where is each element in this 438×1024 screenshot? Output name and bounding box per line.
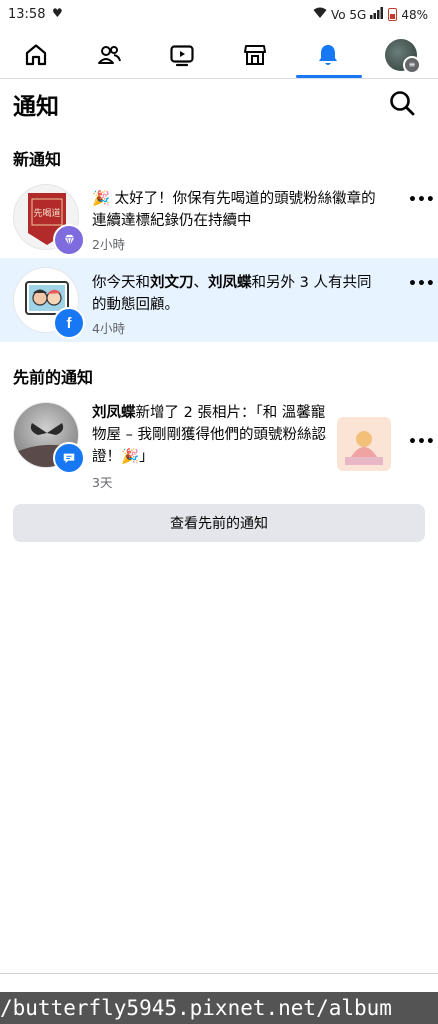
svg-text:先喝道: 先喝道 (33, 207, 60, 219)
battery-icon (388, 8, 398, 21)
section-title-new: 新通知 (13, 150, 62, 169)
notification-time: 3天 (92, 475, 113, 490)
notification-text: 你今天和刘文刀、刘凤蝶和另外 3 人有共同的動態回顧。 (92, 275, 372, 313)
profile-avatar: ≡ (385, 39, 421, 74)
nav-marketplace[interactable] (225, 32, 285, 78)
notification-text: 刘凤蝶新增了 2 張相片：「和 溫馨寵物屋 – 我剛剛獲得他們的頭號粉絲認證！🎉… (92, 405, 326, 465)
page-title: 通知 (13, 94, 59, 120)
see-previous-button[interactable]: 查看先前的通知 (13, 504, 425, 542)
network-text: Vo 5G (330, 7, 367, 22)
divider (0, 973, 438, 974)
avatar: 先喝道 (13, 184, 85, 256)
battery-percent: 48% (401, 7, 428, 22)
friend-name: 刘凤蝶 (208, 275, 252, 291)
more-options-button[interactable]: ••• (408, 277, 435, 294)
nav-home[interactable] (6, 32, 66, 78)
active-tab-indicator (296, 75, 362, 78)
notification-text: 🎉 太好了！你保有先喝道的頭號粉絲徽章的連續達標紀錄仍在持續中 (92, 191, 376, 229)
menu-icon: ≡ (403, 56, 421, 74)
top-nav: ≡ (0, 32, 438, 79)
avatar: f (13, 267, 85, 339)
video-icon (170, 45, 194, 67)
party-emoji: 🎉 (121, 449, 140, 465)
heart-pulse-icon: ♥ (52, 6, 63, 20)
status-time: 13:58 (8, 7, 46, 22)
notification-time: 4小時 (92, 321, 125, 336)
signal-icon (370, 7, 384, 22)
friends-icon (98, 46, 121, 64)
nav-video[interactable] (152, 32, 212, 78)
more-options-button[interactable]: ••• (408, 435, 435, 452)
home-icon (25, 44, 47, 66)
watermark-text: /butterfly5945.pixnet.net/album (0, 992, 438, 1024)
notification-time: 2小時 (92, 237, 125, 252)
photo-thumbnail[interactable] (337, 417, 391, 471)
comment-icon (53, 442, 85, 474)
nav-profile[interactable]: ≡ (371, 32, 431, 78)
party-emoji: 🎉 (92, 191, 111, 207)
nav-notifications[interactable] (298, 32, 358, 78)
search-icon (390, 91, 415, 116)
notification-item[interactable]: f 你今天和刘文刀、刘凤蝶和另外 3 人有共同的動態回顧。 4小時 ••• (0, 258, 438, 342)
friend-name: 刘文刀 (150, 275, 194, 291)
avatar (13, 402, 85, 474)
status-bar: 13:58 ♥ Vo 5G 48% (0, 0, 438, 32)
marketplace-icon (244, 45, 266, 65)
friend-name: 刘凤蝶 (92, 405, 136, 421)
section-title-earlier: 先前的通知 (13, 368, 94, 387)
notification-item[interactable]: 先喝道 🎉 太好了！你保有先喝道的頭號粉絲徽章的連續達標紀錄仍在持續中 2小時 … (0, 176, 438, 258)
wifi-icon (313, 7, 327, 22)
nav-friends[interactable] (79, 32, 139, 78)
search-button[interactable] (387, 88, 417, 118)
notification-item[interactable]: 刘凤蝶新增了 2 張相片：「和 溫馨寵物屋 – 我剛剛獲得他們的頭號粉絲認證！🎉… (0, 396, 438, 492)
gem-icon (53, 224, 85, 256)
more-options-button[interactable]: ••• (408, 193, 435, 210)
bell-icon (319, 45, 337, 65)
facebook-icon: f (53, 307, 85, 339)
status-indicators: Vo 5G 48% (313, 7, 428, 22)
